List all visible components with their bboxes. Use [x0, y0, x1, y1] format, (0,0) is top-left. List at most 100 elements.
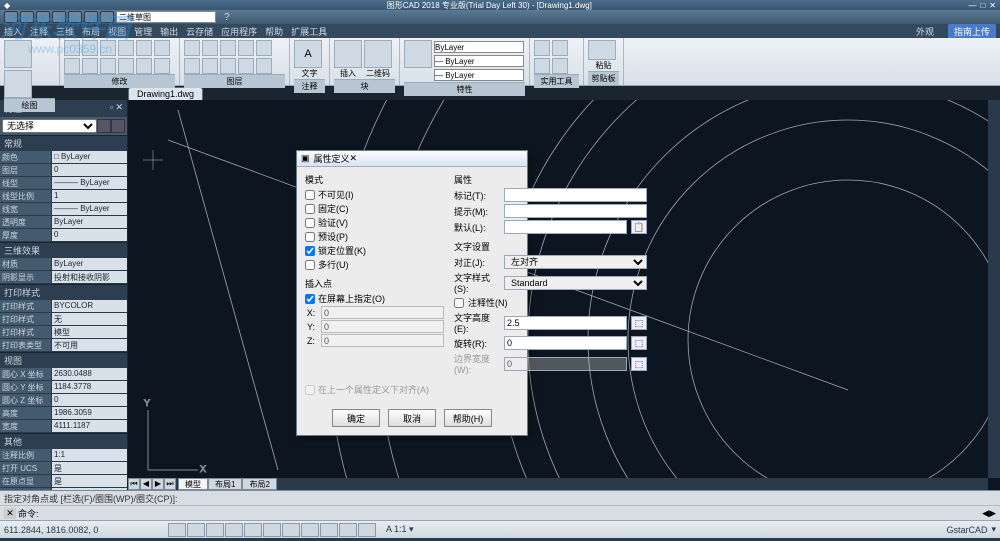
annotative-check[interactable]: [454, 298, 464, 308]
otrack-toggle[interactable]: [263, 523, 281, 537]
layer-walk-icon[interactable]: [256, 58, 272, 74]
color-combo[interactable]: [434, 41, 524, 53]
layer-icon[interactable]: [184, 40, 200, 56]
props-row[interactable]: 线型比例1: [0, 190, 127, 203]
ortho-toggle[interactable]: [206, 523, 224, 537]
props-value[interactable]: ——— ByLayer: [52, 203, 127, 215]
quick-icon[interactable]: [552, 58, 568, 74]
polyline-icon[interactable]: [4, 70, 32, 98]
calc-icon[interactable]: [552, 40, 568, 56]
erase-icon[interactable]: [136, 58, 152, 74]
onscreen-check[interactable]: [305, 294, 315, 304]
tab-insert[interactable]: 插入: [4, 25, 22, 38]
mode-check[interactable]: [305, 190, 315, 200]
new-icon[interactable]: [20, 11, 34, 23]
grid-toggle[interactable]: [187, 523, 205, 537]
props-row[interactable]: 厚度0: [0, 229, 127, 242]
props-value[interactable]: 是: [52, 488, 127, 490]
props-value[interactable]: BYCOLOR: [52, 300, 127, 312]
props-row[interactable]: 在原点显是: [0, 475, 127, 488]
props-value[interactable]: 1: [52, 190, 127, 202]
polar-toggle[interactable]: [225, 523, 243, 537]
insert-block-icon[interactable]: [334, 40, 362, 68]
props-value[interactable]: 0: [52, 229, 127, 241]
tab-cloud[interactable]: 云存储: [186, 25, 213, 38]
attr-input[interactable]: [504, 188, 647, 202]
mirror-icon[interactable]: [136, 40, 152, 56]
help-icon[interactable]: ?: [224, 12, 230, 23]
props-row[interactable]: 打印样式模型: [0, 326, 127, 339]
max-btn[interactable]: □: [980, 1, 985, 10]
rotate-icon[interactable]: [82, 40, 98, 56]
mode-check[interactable]: [305, 218, 315, 228]
text-input[interactable]: [504, 316, 627, 330]
props-row[interactable]: 打印样式无: [0, 313, 127, 326]
min-btn[interactable]: —: [968, 1, 976, 10]
ok-button[interactable]: 确定: [332, 409, 380, 427]
layer-prop-icon[interactable]: [184, 58, 200, 74]
osnap-toggle[interactable]: [244, 523, 262, 537]
cmd-handle-icon[interactable]: ✕: [4, 508, 16, 519]
props-value[interactable]: 1184.3778: [52, 381, 127, 393]
props-row[interactable]: 线宽——— ByLayer: [0, 203, 127, 216]
measure-icon[interactable]: [534, 40, 550, 56]
tab-view[interactable]: 视图: [108, 25, 126, 38]
insert-field-button[interactable]: 📋: [631, 220, 647, 234]
linetype-combo[interactable]: [434, 69, 524, 81]
line-icon[interactable]: [4, 40, 32, 68]
explode-icon[interactable]: [154, 58, 170, 74]
layout-tab-model[interactable]: 模型: [178, 478, 208, 490]
props-section[interactable]: 打印样式: [0, 284, 127, 300]
props-section[interactable]: 视图: [0, 352, 127, 368]
save-icon[interactable]: [52, 11, 66, 23]
fillet-icon[interactable]: [154, 40, 170, 56]
props-row[interactable]: 透明度ByLayer: [0, 216, 127, 229]
text-select[interactable]: 左对齐: [504, 255, 647, 269]
attr-input[interactable]: [504, 204, 647, 218]
layer-off-icon[interactable]: [202, 40, 218, 56]
layer-iso-icon[interactable]: [256, 40, 272, 56]
props-row[interactable]: 打印表类型不可用: [0, 339, 127, 352]
vertical-scrollbar[interactable]: [988, 100, 1000, 478]
app-menu-icon[interactable]: [4, 11, 18, 23]
props-row[interactable]: 颜色□ ByLayer: [0, 151, 127, 164]
offset-icon[interactable]: [118, 58, 134, 74]
tab-output[interactable]: 输出: [160, 25, 178, 38]
snap-toggle[interactable]: [168, 523, 186, 537]
tab-help[interactable]: 帮助: [265, 25, 283, 38]
tab-layout[interactable]: 布局: [82, 25, 100, 38]
close-btn[interactable]: ✕: [989, 1, 996, 10]
props-value[interactable]: ——— ByLayer: [52, 177, 127, 189]
dyn-toggle[interactable]: [301, 523, 319, 537]
command-input[interactable]: [39, 508, 983, 518]
props-row[interactable]: 宽度4111.1187: [0, 420, 127, 433]
props-section[interactable]: 三维效果: [0, 242, 127, 258]
props-row[interactable]: 阴影显示投射和接收阴影: [0, 271, 127, 284]
match-prop-icon[interactable]: [404, 40, 432, 68]
paste-icon[interactable]: [588, 40, 616, 60]
text-icon[interactable]: A: [294, 40, 322, 68]
qrcode-icon[interactable]: [364, 40, 392, 68]
array-icon[interactable]: [100, 58, 116, 74]
props-value[interactable]: 2630.0488: [52, 368, 127, 380]
props-value[interactable]: 投射和接收阴影: [52, 271, 127, 283]
copy-icon[interactable]: [64, 58, 80, 74]
tab-manage[interactable]: 管理: [134, 25, 152, 38]
props-value[interactable]: 是: [52, 462, 127, 474]
props-value[interactable]: 是: [52, 475, 127, 487]
props-value[interactable]: □ ByLayer: [52, 151, 127, 163]
props-row[interactable]: 注释比例1:1: [0, 449, 127, 462]
text-input[interactable]: [504, 336, 627, 350]
props-row[interactable]: 线型——— ByLayer: [0, 177, 127, 190]
pick-button[interactable]: ⬚: [631, 357, 647, 371]
layout-nav[interactable]: ⏮◀▶⏭: [128, 478, 176, 490]
tray-icon[interactable]: ▾: [991, 524, 996, 535]
layout-tab-1[interactable]: 布局1: [208, 478, 242, 490]
layer-prev-icon[interactable]: [220, 58, 236, 74]
props-row[interactable]: 圆心 Z 坐标0: [0, 394, 127, 407]
move-icon[interactable]: [64, 40, 80, 56]
mode-check[interactable]: [305, 204, 315, 214]
props-row[interactable]: 打开 UCS是: [0, 462, 127, 475]
props-value[interactable]: 4111.1187: [52, 420, 127, 432]
lwt-toggle[interactable]: [320, 523, 338, 537]
